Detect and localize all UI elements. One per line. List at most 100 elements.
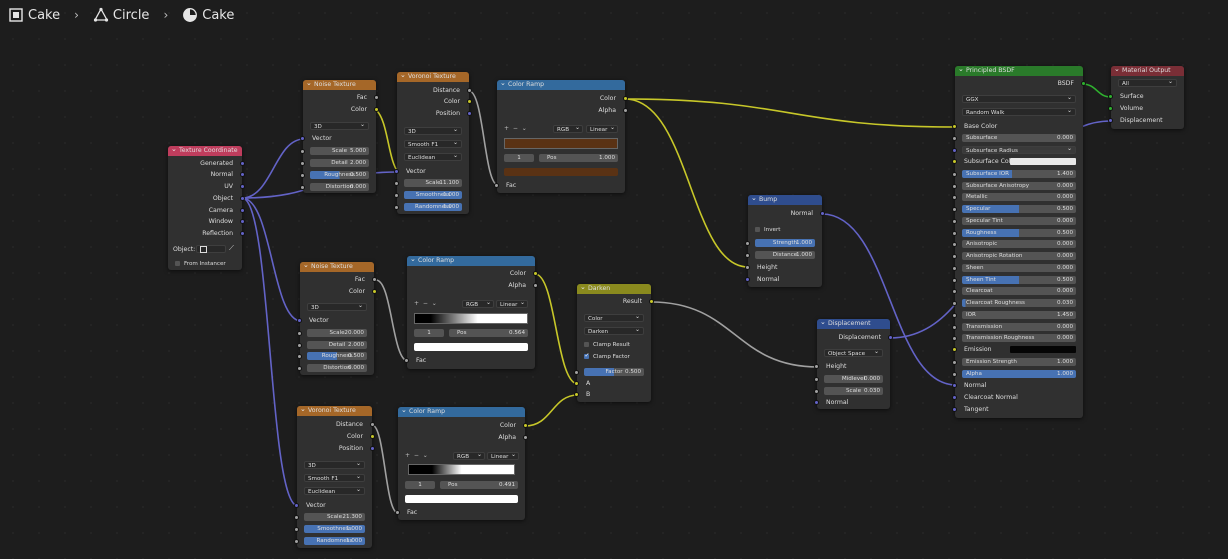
randomness-slider[interactable]: Randomness 1.000 [304,537,365,545]
socket[interactable] [745,277,750,282]
roughness-slider[interactable]: Roughness 0.500 [962,229,1076,237]
stop-color-swatch[interactable] [405,495,518,503]
socket[interactable] [623,108,628,113]
socket[interactable] [240,184,245,189]
node-title[interactable]: Bump [748,193,822,205]
color-ramp-node-3[interactable]: Color Ramp Color Alpha + − ⌄ RGB Linear … [395,405,528,520]
socket[interactable] [533,271,538,276]
clamp-factor-checkbox[interactable]: Clamp Factor [584,352,630,361]
data-type-dropdown[interactable]: Color [584,313,644,322]
color-ramp-node-2[interactable]: Color Ramp Color Alpha + − ⌄ RGB Linear … [404,254,538,369]
distribution-dropdown[interactable]: GGX [962,94,1076,103]
socket[interactable] [1108,118,1113,123]
clamp-result-checkbox[interactable]: Clamp Result [584,341,630,349]
eyedropper-icon[interactable]: ⟋ [229,244,234,253]
voronoi-texture-node-2[interactable]: Voronoi Texture Distance Color Position … [294,404,375,548]
socket[interactable] [574,370,579,375]
interpolation-dropdown[interactable]: Linear [496,299,528,308]
add-stop-icon[interactable]: + [414,300,419,307]
socket[interactable] [1108,94,1113,99]
socket[interactable] [814,400,819,405]
socket[interactable] [814,364,819,369]
roughness-slider[interactable]: Roughness 0.500 [310,171,369,179]
socket[interactable] [394,169,399,174]
socket[interactable] [952,313,957,318]
socket[interactable] [374,95,379,100]
interpolation-dropdown[interactable]: Linear [586,124,618,133]
material-output-node[interactable]: Material Output All Surface Volume Displ… [1108,64,1184,129]
socket[interactable] [370,422,375,427]
socket[interactable] [240,196,245,201]
socket[interactable] [952,254,957,259]
socket[interactable] [952,301,957,306]
socket[interactable] [394,181,399,186]
roughness-slider[interactable]: Roughness 0.500 [307,352,367,360]
socket[interactable] [745,265,750,270]
stop-index-field[interactable]: 1 [405,481,435,489]
chevron-down-icon[interactable]: ⌄ [423,452,428,459]
smoothness-slider[interactable]: Smoothness 1.000 [304,525,365,533]
socket[interactable] [745,253,750,258]
scale-field[interactable]: Scale 11.100 [404,179,462,187]
clearcoat-field[interactable]: Clearcoat 0.000 [962,287,1076,295]
socket[interactable] [952,124,957,129]
distortion-field[interactable]: Distortion 0.000 [307,364,367,372]
emission-color-swatch[interactable] [1010,346,1076,353]
socket[interactable] [952,278,957,283]
socket[interactable] [370,434,375,439]
socket[interactable] [523,435,528,440]
stop-index-field[interactable]: 1 [414,329,444,337]
metallic-field[interactable]: Metallic 0.000 [962,193,1076,201]
socket[interactable] [952,383,957,388]
socket[interactable] [300,149,305,154]
dimensions-dropdown[interactable]: 3D [307,302,367,311]
socket[interactable] [745,241,750,246]
invert-checkbox[interactable]: Invert [755,226,780,234]
remove-stop-icon[interactable]: − [513,125,518,132]
socket[interactable] [394,205,399,210]
space-dropdown[interactable]: Object Space [824,348,883,357]
socket[interactable] [297,343,302,348]
socket[interactable] [952,207,957,212]
socket[interactable] [952,231,957,236]
socket[interactable] [240,172,245,177]
socket[interactable] [952,372,957,377]
transmission-roughness-field[interactable]: Transmission Roughness 0.000 [962,334,1076,342]
socket[interactable] [300,161,305,166]
distortion-field[interactable]: Distortion 0.000 [310,183,369,191]
specular-tint-field[interactable]: Specular Tint 0.000 [962,217,1076,225]
scale-field[interactable]: Scale 5.000 [310,147,369,155]
node-title[interactable]: Color Ramp [407,254,535,266]
stop-position-field[interactable]: Pos 0.491 [440,481,518,489]
socket[interactable] [952,184,957,189]
factor-slider[interactable]: Factor 0.500 [584,368,644,376]
socket[interactable] [952,195,957,200]
node-title[interactable]: Principled BSDF [955,64,1083,76]
dimensions-dropdown[interactable]: 3D [304,460,365,469]
socket[interactable] [370,446,375,451]
subsurface-radius-dropdown[interactable]: Subsurface Radius [962,145,1076,154]
voronoi-texture-node-1[interactable]: Voronoi Texture Distance Color Position … [394,70,472,214]
stop-position-field[interactable]: Pos 1.000 [539,154,618,162]
socket[interactable] [820,211,825,216]
socket[interactable] [952,325,957,330]
principled-bsdf-node[interactable]: Principled BSDF BSDF GGX Random Walk Bas… [952,64,1086,418]
subsurface-color-swatch[interactable] [1010,158,1076,165]
socket[interactable] [952,266,957,271]
texture-coordinate-node[interactable]: Texture Coordinate Generated Normal UV O… [168,144,245,270]
metric-dropdown[interactable]: Euclidean [404,152,462,161]
blend-mode-dropdown[interactable]: Darken [584,326,644,335]
randomness-slider[interactable]: Randomness 1.000 [404,203,462,211]
socket[interactable] [467,111,472,116]
scale-field[interactable]: Scale 21.300 [304,513,365,521]
socket[interactable] [374,107,379,112]
clearcoat-roughness-slider[interactable]: Clearcoat Roughness 0.030 [962,299,1076,307]
sheen-tint-slider[interactable]: Sheen Tint 0.500 [962,276,1076,284]
smoothness-slider[interactable]: Smoothness 1.000 [404,191,462,199]
socket[interactable] [372,289,377,294]
ramp-tools[interactable]: + − ⌄ [504,124,527,133]
color-mode-dropdown[interactable]: RGB [453,451,485,460]
socket[interactable] [952,407,957,412]
displacement-node[interactable]: Displacement Displacement Object Space H… [814,317,893,409]
socket[interactable] [300,136,305,141]
